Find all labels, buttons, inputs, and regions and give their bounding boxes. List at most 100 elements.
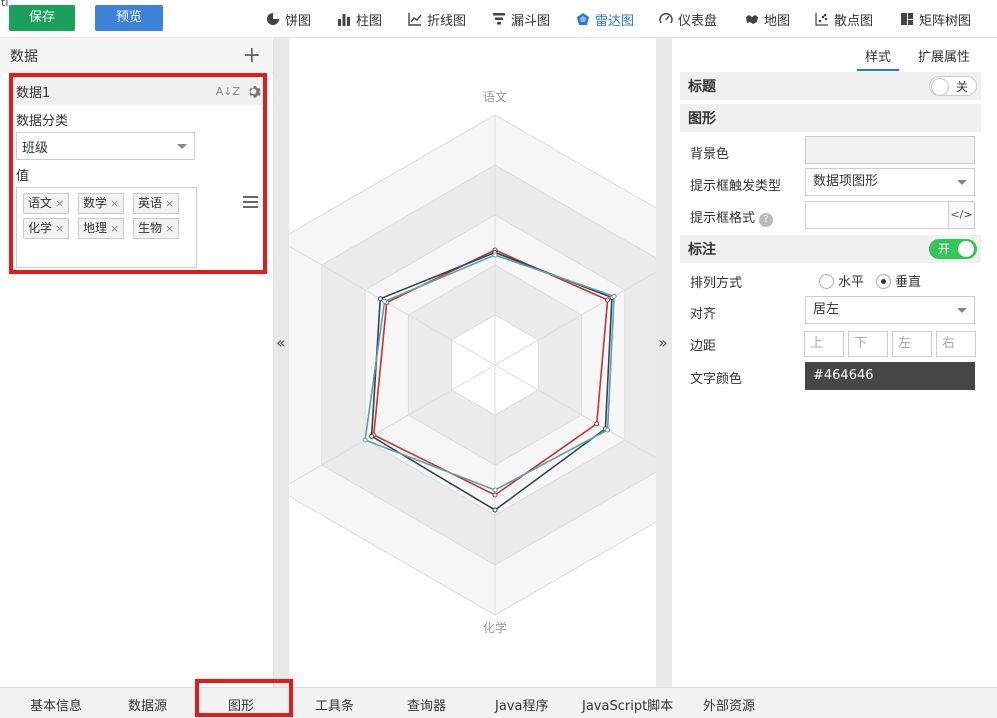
- radar-series-point[interactable]: [369, 433, 375, 439]
- chart-type-label: 仪表盘: [678, 13, 718, 29]
- scatter-chart-icon: [815, 13, 828, 26]
- tab-javascript[interactable]: JavaScript脚本: [582, 695, 673, 714]
- chart-type-label: 散点图: [834, 13, 874, 29]
- section-label: 标注 开: [680, 235, 981, 263]
- bar-chart-icon: [338, 14, 350, 26]
- add-dataset-icon[interactable]: +: [243, 45, 261, 67]
- code-editor-icon[interactable]: </>: [948, 202, 974, 228]
- text-color-label: 文字颜色: [690, 372, 743, 387]
- chart-type-label: 饼图: [285, 13, 312, 29]
- chart-type-scatter[interactable]: 散点图: [815, 10, 874, 29]
- chart-type-radar[interactable]: 雷达图: [576, 10, 635, 29]
- text-color-picker[interactable]: #464646: [805, 362, 975, 390]
- tooltip-format-input[interactable]: </>: [805, 201, 975, 229]
- radar-series-point[interactable]: [492, 507, 498, 513]
- align-select[interactable]: 居左: [805, 296, 975, 324]
- chart-type-pie[interactable]: 饼图: [266, 10, 312, 29]
- tooltip-trigger-select[interactable]: 数据项图形: [805, 168, 975, 196]
- label-toggle[interactable]: 开: [929, 239, 977, 259]
- section-title-label: 标题: [688, 79, 716, 95]
- radar-series-point[interactable]: [492, 487, 498, 493]
- data-panel-header: 数据 +: [0, 38, 273, 74]
- chart-type-funnel[interactable]: 漏斗图: [492, 10, 551, 29]
- margin-left-input[interactable]: 左: [892, 331, 932, 357]
- radar-chart-icon: [577, 13, 589, 25]
- radar-series-point[interactable]: [382, 298, 388, 304]
- line-chart-icon: [408, 13, 422, 26]
- chart-type-label: 矩阵树图: [919, 13, 972, 29]
- chart-type-label: 雷达图: [595, 13, 635, 29]
- radar-chart: 语文 化学: [289, 89, 656, 635]
- tooltip-format-label-row: 提示框格式?: [690, 207, 774, 227]
- chart-type-label: 折线图: [427, 13, 467, 29]
- tooltip-trigger-label: 提示框触发类型: [690, 179, 782, 194]
- section-title: 标题 关: [680, 72, 981, 100]
- corner-label: ti: [1, 0, 9, 9]
- chart-type-gauge[interactable]: 仪表盘: [659, 10, 718, 29]
- chart-type-map[interactable]: 地图: [745, 10, 790, 29]
- tab-external-resources[interactable]: 外部资源: [703, 695, 755, 714]
- radar-series-point[interactable]: [492, 492, 498, 498]
- toggle-knob: [931, 78, 949, 96]
- margin-top-input[interactable]: 上: [804, 331, 844, 357]
- chart-type-label: 漏斗图: [511, 13, 551, 29]
- data-panel-title: 数据: [10, 49, 38, 65]
- tab-toolbar[interactable]: 工具条: [315, 695, 354, 714]
- chart-type-treemap[interactable]: 矩阵树图: [900, 10, 972, 29]
- help-icon[interactable]: ?: [759, 213, 774, 227]
- align-label: 对齐: [690, 307, 717, 322]
- radar-series-point[interactable]: [605, 427, 611, 433]
- tab-style[interactable]: 样式: [857, 46, 900, 71]
- tab-java[interactable]: Java程序: [495, 695, 548, 714]
- radar-series-point[interactable]: [594, 421, 600, 427]
- background-color-picker[interactable]: [805, 136, 975, 164]
- radio-selected-icon: [876, 274, 891, 289]
- pie-chart-icon: [267, 13, 279, 25]
- radar-series-point[interactable]: [611, 293, 617, 299]
- top-toolbar: ti 保存 预览 饼图 柱图 折线图 漏斗图 雷达图 仪表盘 地图 散点图 矩阵…: [0, 0, 997, 38]
- gauge-chart-icon: [659, 13, 673, 24]
- chart-type-line[interactable]: 折线图: [408, 10, 467, 29]
- radio-icon: [819, 274, 834, 289]
- section-label-label: 标注: [688, 242, 716, 258]
- save-button[interactable]: 保存: [9, 5, 75, 31]
- title-toggle[interactable]: 关: [929, 76, 977, 96]
- radar-series-point[interactable]: [605, 297, 611, 303]
- preview-button[interactable]: 预览: [95, 5, 163, 31]
- style-panel: 样式 扩展属性 标题 关 图形 背景色 提示框触发类型 数据项图形 提示框格式?…: [672, 38, 989, 687]
- radar-series-point[interactable]: [377, 296, 383, 302]
- tab-datasource[interactable]: 数据源: [128, 695, 167, 714]
- arrange-radio-vertical[interactable]: 垂直: [876, 271, 921, 290]
- radar-series-point[interactable]: [362, 437, 368, 443]
- toggle-knob: [957, 240, 975, 258]
- margin-label: 边距: [690, 339, 717, 354]
- section-shape: 图形: [680, 104, 981, 132]
- chart-type-bar[interactable]: 柱图: [337, 10, 383, 29]
- chart-type-label: 柱图: [356, 13, 383, 29]
- section-shape-label: 图形: [688, 111, 716, 127]
- double-chevron-right-icon[interactable]: »: [658, 333, 668, 352]
- funnel-chart-icon: [493, 13, 505, 25]
- axis-label: 语文: [483, 89, 507, 104]
- margin-right-input[interactable]: 右: [936, 331, 976, 357]
- arrange-radio-horizontal[interactable]: 水平: [819, 271, 864, 290]
- treemap-chart-icon: [901, 13, 913, 25]
- radar-series-point[interactable]: [492, 252, 498, 258]
- highlight-box-dataset: [9, 73, 267, 274]
- tab-query[interactable]: 查询器: [407, 695, 446, 714]
- chevron-down-icon: [957, 308, 967, 313]
- tab-extended-properties[interactable]: 扩展属性: [918, 46, 970, 65]
- double-chevron-left-icon[interactable]: «: [276, 333, 286, 352]
- margin-bottom-input[interactable]: 下: [848, 331, 888, 357]
- data-panel: 数据 + 数据1 A↓Z 数据分类 班级 值 语文 × 数学 × 英语 × 化学 × 地…: [0, 38, 274, 687]
- map-chart-icon: [746, 15, 758, 24]
- axis-label: 化学: [483, 620, 507, 635]
- bottom-tab-bar: 基本信息 数据源 图形 工具条 查询器 Java程序 JavaScript脚本 …: [0, 687, 997, 718]
- background-color-label: 背景色: [690, 147, 730, 162]
- chevron-down-icon: [957, 180, 967, 185]
- collapse-right-bar[interactable]: »: [656, 38, 672, 687]
- tooltip-format-label: 提示框格式: [690, 211, 756, 226]
- arrange-label: 排列方式: [690, 276, 743, 291]
- tab-basic-info[interactable]: 基本信息: [30, 695, 82, 714]
- collapse-left-bar[interactable]: «: [274, 38, 289, 687]
